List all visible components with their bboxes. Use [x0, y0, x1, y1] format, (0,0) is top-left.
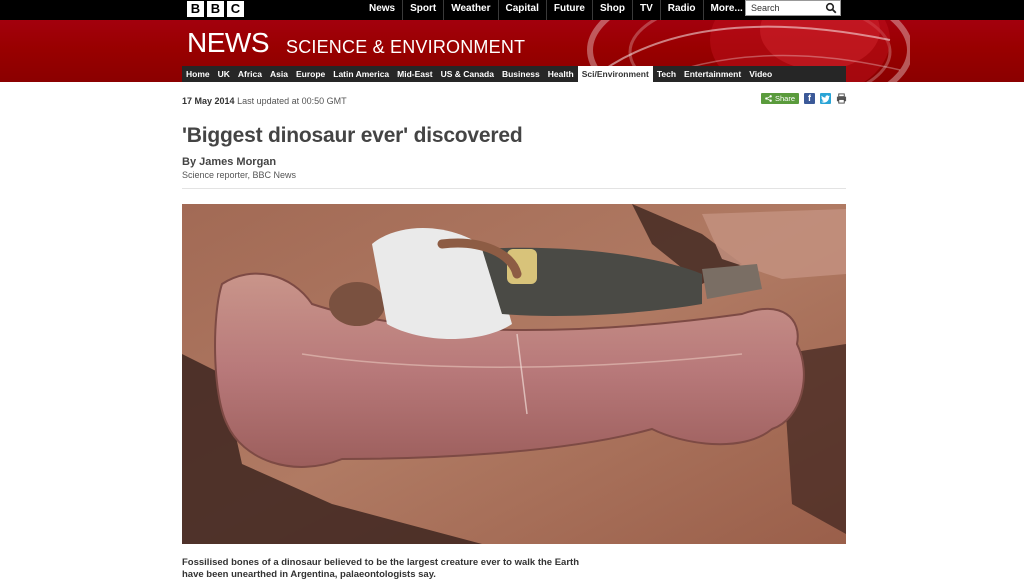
section-nav-health[interactable]: Health — [544, 66, 578, 82]
article-headline: 'Biggest dinosaur ever' discovered — [182, 124, 523, 147]
section-nav: Home UK Africa Asia Europe Latin America… — [182, 66, 846, 82]
section-nav-home[interactable]: Home — [182, 66, 214, 82]
search-box — [745, 0, 841, 16]
top-nav-capital[interactable]: Capital — [497, 0, 546, 20]
section-nav-uk[interactable]: UK — [214, 66, 234, 82]
caption-line: Fossilised bones of a dinosaur believed … — [182, 557, 580, 568]
top-nav-sport[interactable]: Sport — [402, 0, 443, 20]
author-role: Science reporter, BBC News — [182, 170, 297, 180]
section-banner: NEWS SCIENCE & ENVIRONMENT Home UK Afric… — [0, 20, 1024, 82]
top-nav-tv[interactable]: TV — [631, 0, 660, 20]
article-meta: 17 May 2014 Last updated at 00:50 GMT — [182, 96, 347, 106]
section-nav-us-canada[interactable]: US & Canada — [437, 66, 498, 82]
bbc-logo-letter: B — [187, 1, 204, 17]
top-nav: News Sport Weather Capital Future Shop T… — [362, 0, 750, 20]
byline: By James Morgan — [182, 156, 277, 168]
top-nav-more[interactable]: More... — [702, 0, 750, 20]
facebook-icon[interactable]: f — [804, 93, 816, 104]
section-nav-asia[interactable]: Asia — [266, 66, 292, 82]
section-nav-latin-america[interactable]: Latin America — [329, 66, 393, 82]
top-nav-future[interactable]: Future — [545, 0, 592, 20]
section-nav-africa[interactable]: Africa — [234, 66, 266, 82]
section-nav-tech[interactable]: Tech — [653, 66, 680, 82]
section-nav-europe[interactable]: Europe — [292, 66, 329, 82]
twitter-icon[interactable] — [820, 93, 832, 104]
top-nav-radio[interactable]: Radio — [659, 0, 703, 20]
section-nav-sci-environment[interactable]: Sci/Environment — [577, 66, 653, 82]
news-wordmark[interactable]: NEWS — [187, 27, 270, 59]
section-nav-mid-east[interactable]: Mid-East — [393, 66, 436, 82]
bbc-logo-letter: C — [227, 1, 244, 17]
divider — [182, 188, 846, 189]
caption-line: have been unearthed in Argentina, palaeo… — [182, 569, 436, 580]
section-nav-video[interactable]: Video — [745, 66, 776, 82]
print-icon[interactable] — [836, 93, 847, 104]
bbc-logo-letter: B — [207, 1, 224, 17]
section-nav-entertainment[interactable]: Entertainment — [680, 66, 745, 82]
bbc-logo[interactable]: B B C — [187, 1, 244, 17]
share-button[interactable]: Share — [761, 93, 800, 104]
top-bar: B B C News Sport Weather Capital Future … — [0, 0, 1024, 20]
top-nav-shop[interactable]: Shop — [591, 0, 632, 20]
share-icon — [765, 95, 772, 102]
search-icon[interactable] — [825, 2, 837, 14]
top-nav-weather[interactable]: Weather — [443, 0, 497, 20]
photo-caption: Fossilised bones of a dinosaur believed … — [182, 557, 622, 581]
section-title[interactable]: SCIENCE & ENVIRONMENT — [286, 37, 525, 58]
share-label: Share — [775, 94, 796, 103]
top-nav-news[interactable]: News — [362, 0, 402, 20]
last-updated: Last updated at 00:50 GMT — [237, 96, 347, 106]
article-photo — [182, 204, 846, 544]
share-tools: Share f — [761, 93, 847, 104]
article-date: 17 May 2014 — [182, 96, 235, 106]
section-nav-business[interactable]: Business — [498, 66, 544, 82]
search-input[interactable] — [746, 1, 829, 15]
